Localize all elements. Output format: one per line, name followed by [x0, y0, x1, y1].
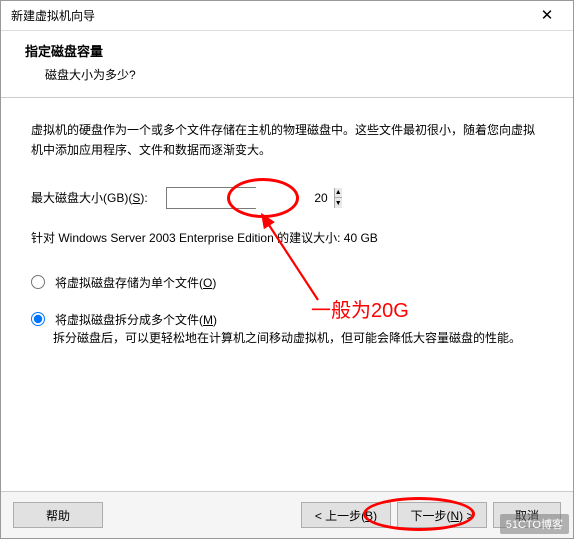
radio-split-files-input[interactable]: [31, 312, 45, 326]
radio-single-file-label: 将虚拟磁盘存储为单个文件(O): [55, 274, 216, 291]
next-suffix: ) >: [459, 509, 473, 523]
wizard-footer: 帮助 < 上一步(B) 下一步(N) > 取消: [1, 491, 573, 538]
spinner-buttons: ▲ ▼: [334, 188, 342, 208]
help-button[interactable]: 帮助: [13, 502, 103, 528]
disk-storage-radiogroup: 将虚拟磁盘存储为单个文件(O) 将虚拟磁盘拆分成多个文件(M) 拆分磁盘后，可以…: [31, 274, 543, 348]
back-suffix: ): [373, 509, 377, 523]
disk-size-spinner[interactable]: ▲ ▼: [166, 187, 256, 209]
header-heading: 指定磁盘容量: [25, 41, 555, 60]
radio-split-files[interactable]: 将虚拟磁盘拆分成多个文件(M): [31, 311, 543, 328]
spinner-down-button[interactable]: ▼: [335, 198, 342, 208]
radio-single-file-input[interactable]: [31, 275, 45, 289]
radio1-key: O: [203, 276, 212, 290]
spinner-up-button[interactable]: ▲: [335, 188, 342, 199]
cancel-button[interactable]: 取消: [493, 502, 561, 528]
disk-size-row: 最大磁盘大小(GB)(S): ▲ ▼: [31, 187, 543, 209]
radio-split-files-label: 将虚拟磁盘拆分成多个文件(M): [55, 311, 217, 328]
disk-size-input[interactable]: [167, 188, 334, 208]
close-button[interactable]: ✕: [527, 4, 567, 28]
radio-single-file[interactable]: 将虚拟磁盘存储为单个文件(O): [31, 274, 543, 291]
disk-size-label-suffix: ):: [140, 191, 147, 205]
disk-size-label-prefix: 最大磁盘大小(GB)(: [31, 191, 132, 205]
next-prefix: 下一步(: [410, 509, 450, 523]
next-key: N: [450, 509, 459, 523]
intro-text: 虚拟机的硬盘作为一个或多个文件存储在主机的物理磁盘中。这些文件最初很小，随着您向…: [31, 120, 543, 161]
radio-split-files-desc: 拆分磁盘后，可以更轻松地在计算机之间移动虚拟机，但可能会降低大容量磁盘的性能。: [53, 328, 543, 348]
disk-size-label: 最大磁盘大小(GB)(S):: [31, 189, 148, 206]
next-button[interactable]: 下一步(N) >: [397, 502, 487, 528]
radio2-prefix: 将虚拟磁盘拆分成多个文件(: [55, 313, 203, 327]
radio1-suffix: ): [212, 276, 216, 290]
back-prefix: < 上一步(: [315, 509, 365, 523]
wizard-window: 新建虚拟机向导 ✕ 指定磁盘容量 磁盘大小为多少? 虚拟机的硬盘作为一个或多个文…: [0, 0, 574, 539]
titlebar: 新建虚拟机向导 ✕: [1, 1, 573, 31]
radio1-prefix: 将虚拟磁盘存储为单个文件(: [55, 276, 203, 290]
window-title: 新建虚拟机向导: [11, 7, 95, 24]
wizard-header: 指定磁盘容量 磁盘大小为多少?: [1, 31, 573, 98]
header-sub: 磁盘大小为多少?: [45, 66, 555, 83]
back-key: B: [365, 509, 373, 523]
recommended-size-text: 针对 Windows Server 2003 Enterprise Editio…: [31, 229, 543, 246]
back-button[interactable]: < 上一步(B): [301, 502, 391, 528]
radio2-suffix: ): [213, 313, 217, 327]
radio2-key: M: [203, 313, 213, 327]
wizard-content: 虚拟机的硬盘作为一个或多个文件存储在主机的物理磁盘中。这些文件最初很小，随着您向…: [1, 98, 573, 491]
